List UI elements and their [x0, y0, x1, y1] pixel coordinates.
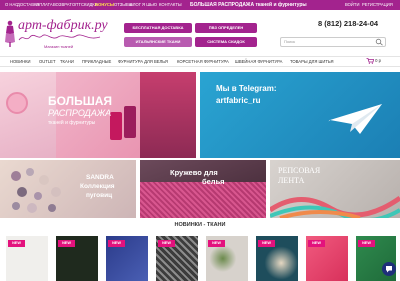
topbar-link-i-sew[interactable]: Я ШЬЮ [142, 0, 157, 10]
italian-fabrics-button[interactable]: ИТАЛЬЯНСКИЕ ТКАНИ [124, 37, 192, 47]
product-card[interactable]: NEW [56, 236, 98, 281]
nav-item-lingerie-hardware[interactable]: ФУРНИТУРА ДЛЯ ВЕЛЬЯ [118, 57, 168, 67]
telegram-line2: artfabric_ru [216, 96, 261, 105]
nav-item-corset-hardware[interactable]: КОРСЕТНАЯ ФУРНИТУРА [177, 57, 229, 67]
main-nav: НОВИНКИ OUTLET ТКАНИ ПРИКЛАДНЫЕ ФУРНИТУР… [0, 56, 400, 67]
phone-number[interactable]: 8 (812) 218-24-04 [318, 19, 378, 28]
sale-line1: БОЛЬШАЯ [48, 94, 113, 108]
topbar-link-return[interactable]: ВОЗВРАТ [53, 0, 72, 10]
cart-button[interactable]: 0 р [366, 58, 381, 64]
new-badge: NEW [158, 240, 175, 247]
buttons-image [11, 168, 61, 213]
product-card[interactable]: NEW [206, 236, 248, 281]
product-card[interactable]: NEW [106, 236, 148, 281]
lace-line2: белья [202, 177, 225, 186]
spool-2-image [124, 106, 136, 138]
mannequin-icon [5, 20, 15, 47]
topbar-link-bonus[interactable]: БОНУСЫ [95, 0, 114, 10]
product-card[interactable]: NEW [6, 236, 48, 281]
new-badge: NEW [208, 240, 225, 247]
new-badge: NEW [108, 240, 125, 247]
banner-lace[interactable]: Кружево для белья [140, 160, 266, 218]
ribbon-image [270, 195, 400, 218]
pickup-point-button[interactable]: ПВЗ ОПРЕДЕЛЕН [195, 23, 257, 33]
paper-plane-icon [328, 104, 382, 136]
promo-text[interactable]: БОЛЬШАЯ РАСПРОДАЖА тканей и фурнитуры [190, 0, 307, 10]
topbar-link-payment[interactable]: ОПЛАТА [36, 0, 53, 10]
nav-item-sewing-goods[interactable]: ТОВАРЫ ДЛЯ ШИТЬЯ [290, 57, 334, 67]
sale-line2: РАСПРОДАЖА [48, 108, 112, 118]
ribbon-line2: ЛЕНТА [278, 176, 305, 185]
topbar-link-contacts[interactable]: КОНТАКТЫ [159, 0, 182, 10]
thread-spool-image [6, 92, 28, 114]
nav-item-applied[interactable]: ПРИКЛАДНЫЕ [82, 57, 111, 67]
new-badge: NEW [58, 240, 75, 247]
product-card[interactable]: NEW [256, 236, 298, 281]
banner-sale[interactable]: БОЛЬШАЯ РАСПРОДАЖА тканей и фурнитуры [0, 72, 196, 158]
banner-ribbon[interactable]: РЕПСОВАЯ ЛЕНТА [270, 160, 400, 218]
section-title: НОВИНКИ - ТКАНИ [174, 222, 226, 228]
logo-name: арт-фабрик.ру [18, 18, 108, 33]
free-delivery-button[interactable]: БЕСПЛАТНАЯ ДОСТАВКА [124, 23, 192, 33]
new-badge: NEW [258, 240, 275, 247]
search-input[interactable]: Поиск [280, 37, 386, 47]
cart-icon [366, 58, 375, 64]
cart-label: 0 р [375, 58, 381, 64]
lace-line1: Кружево для [170, 168, 218, 177]
telegram-line1: Мы в Telegram: [216, 84, 277, 93]
sale-line3: тканей и фурнитуры [48, 120, 96, 126]
nav-item-sewing-hardware[interactable]: ШВЕЙНАЯ ФУРНИТУРА [235, 57, 282, 67]
chat-widget-button[interactable] [382, 262, 396, 276]
product-card[interactable]: NEW [156, 236, 198, 281]
topbar-link-blog[interactable]: БЛОГ [130, 0, 141, 10]
search-icon[interactable] [374, 38, 385, 46]
nav-item-fabrics[interactable]: ТКАНИ [60, 57, 74, 67]
sandra-line2: Коллекция [80, 183, 115, 190]
login-link[interactable]: ВОЙТИ [345, 0, 360, 10]
nav-item-new[interactable]: НОВИНКИ [10, 57, 31, 67]
chat-icon [386, 266, 392, 273]
new-badge: NEW [8, 240, 25, 247]
logo-tagline: Магазин тканей [44, 44, 74, 49]
register-link[interactable]: РЕГИСТРАЦИЯ [362, 0, 393, 10]
new-badge: NEW [308, 240, 325, 247]
discount-system-button[interactable]: СИСТЕМА СКИДОК [195, 37, 257, 47]
logo-signature [18, 34, 101, 41]
product-card[interactable]: NEW [306, 236, 348, 281]
top-bar: О НАС ДОСТАВКА ОПЛАТА ВОЗВРАТ ОПТ СКИДКИ… [0, 0, 400, 10]
spool-1-image [110, 112, 122, 140]
new-badge: NEW [358, 240, 375, 247]
ribbon-line1: РЕПСОВАЯ [278, 166, 321, 175]
nav-item-outlet[interactable]: OUTLET [39, 57, 56, 67]
sandra-line3: пуговиц [86, 192, 113, 199]
fabric-folds-image [140, 72, 196, 158]
banner-telegram[interactable]: Мы в Telegram: artfabric_ru [200, 72, 400, 158]
banner-sandra-buttons[interactable]: SANDRA Коллекция пуговиц [0, 160, 136, 218]
topbar-link-wholesale[interactable]: ОПТ [72, 0, 81, 10]
sandra-line1: SANDRA [86, 174, 114, 181]
lace-image [140, 182, 266, 218]
